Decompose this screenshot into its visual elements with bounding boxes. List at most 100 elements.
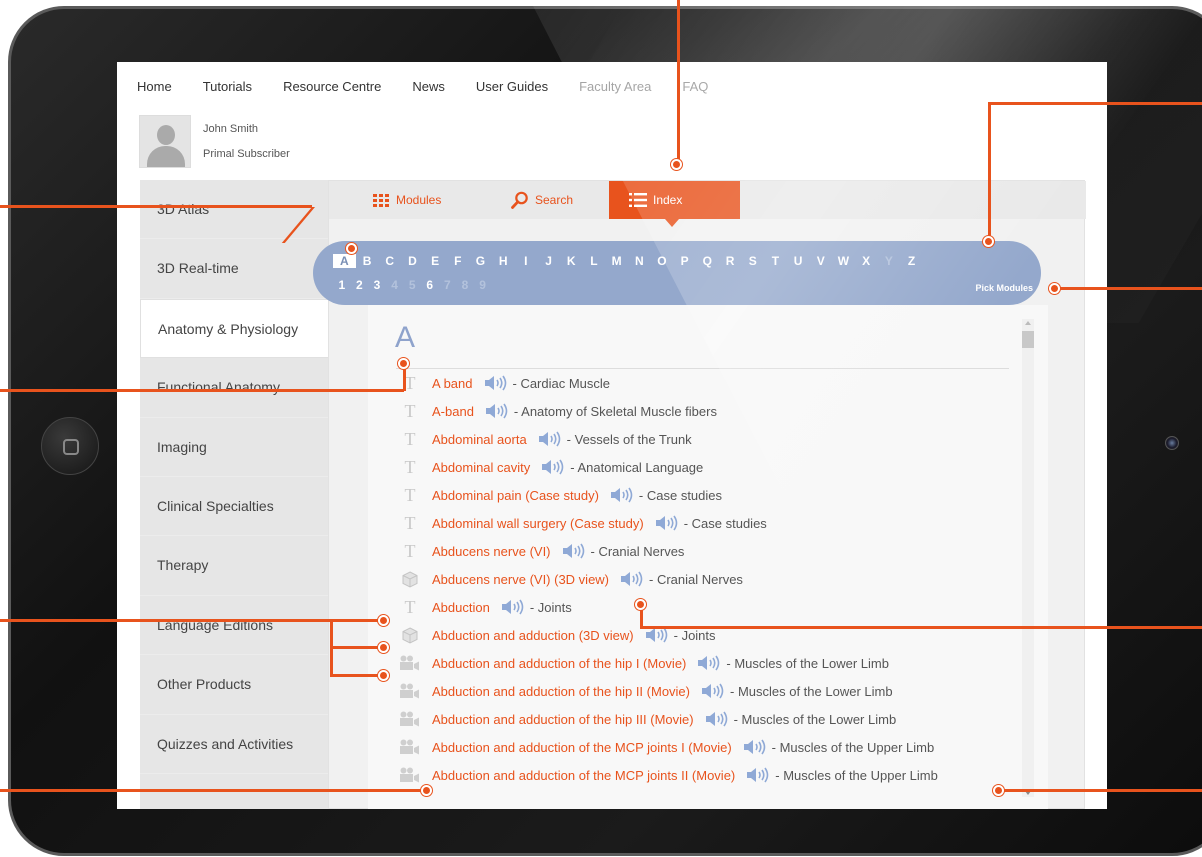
entry-term-link[interactable]: Abdominal cavity xyxy=(432,460,530,475)
letter-d[interactable]: D xyxy=(401,254,424,268)
list-item: Abducens nerve (VI) (3D view) - Cranial N… xyxy=(399,569,743,589)
letter-j[interactable]: J xyxy=(537,254,560,268)
letter-m[interactable]: M xyxy=(605,254,628,268)
sidebar-item-other-products[interactable]: Other Products xyxy=(140,655,328,715)
tab-modules[interactable]: Modules xyxy=(361,181,471,219)
sidebar-item-clinical-specialties[interactable]: Clinical Specialties xyxy=(140,477,328,537)
entry-term-link[interactable]: Abduction and adduction of the MCP joint… xyxy=(432,768,735,783)
letter-q[interactable]: Q xyxy=(696,254,719,268)
number-8[interactable]: 8 xyxy=(456,278,474,292)
list-item: T Abdominal pain (Case study) - Case studi… xyxy=(399,485,723,505)
sidebar-item-3d-real-time[interactable]: 3D Real-time xyxy=(140,239,328,299)
speaker-icon[interactable] xyxy=(644,627,670,643)
sidebar-item-3d-atlas[interactable]: 3D Atlas xyxy=(140,180,328,240)
speaker-icon[interactable] xyxy=(537,431,563,447)
letter-x[interactable]: X xyxy=(855,254,878,268)
entry-term-link[interactable]: Abdominal wall surgery (Case study) xyxy=(432,516,644,531)
speaker-icon[interactable] xyxy=(609,487,635,503)
speaker-icon[interactable] xyxy=(483,375,509,391)
tab-search[interactable]: Search xyxy=(501,181,601,219)
speaker-icon[interactable] xyxy=(745,767,771,783)
letter-p[interactable]: P xyxy=(673,254,696,268)
callout-dot xyxy=(421,785,432,796)
scrollbar[interactable] xyxy=(1022,319,1034,797)
entry-term-link[interactable]: Abdominal pain (Case study) xyxy=(432,488,599,503)
speaker-icon[interactable] xyxy=(619,571,645,587)
speaker-icon[interactable] xyxy=(500,599,526,615)
sidebar-item-anatomy-physiology[interactable]: Anatomy & Physiology xyxy=(140,298,329,359)
speaker-icon[interactable] xyxy=(704,711,730,727)
number-2[interactable]: 2 xyxy=(351,278,369,292)
number-4[interactable]: 4 xyxy=(386,278,404,292)
tab-index[interactable]: Index xyxy=(609,181,740,219)
topnav-item-faq[interactable]: FAQ xyxy=(682,79,708,94)
text-T-icon: T xyxy=(404,456,416,477)
sidebar-item-imaging[interactable]: Imaging xyxy=(140,418,328,477)
speaker-icon[interactable] xyxy=(561,543,587,559)
letter-v[interactable]: V xyxy=(809,254,832,268)
entry-term-link[interactable]: Abduction and adduction of the hip II (M… xyxy=(432,684,690,699)
number-7[interactable]: 7 xyxy=(439,278,457,292)
list-item: T Abducens nerve (VI) - Cranial Nerves xyxy=(399,540,685,561)
letter-y[interactable]: Y xyxy=(878,254,901,268)
grid-icon xyxy=(373,193,389,207)
list-item: Abduction and adduction of the hip II (M… xyxy=(399,681,893,701)
speaker-icon[interactable] xyxy=(540,459,566,475)
topnav-item-news[interactable]: News xyxy=(412,79,445,94)
entry-term-link[interactable]: Abducens nerve (VI) (3D view) xyxy=(432,572,609,587)
letter-c[interactable]: C xyxy=(378,254,401,268)
speaker-icon[interactable] xyxy=(700,683,726,699)
letter-o[interactable]: O xyxy=(651,254,674,268)
scroll-thumb[interactable] xyxy=(1022,331,1034,348)
letter-b[interactable]: B xyxy=(356,254,379,268)
avatar xyxy=(139,115,191,168)
entry-term-link[interactable]: Abduction xyxy=(432,600,490,615)
callout-dot xyxy=(635,599,646,610)
letter-f[interactable]: F xyxy=(446,254,469,268)
sidebar-item-therapy[interactable]: Therapy xyxy=(140,536,328,596)
topnav-item-home[interactable]: Home xyxy=(137,79,172,94)
letter-g[interactable]: G xyxy=(469,254,492,268)
topnav-item-user-guides[interactable]: User Guides xyxy=(476,79,548,94)
entry-term-link[interactable]: A-band xyxy=(432,404,474,419)
topnav-item-faculty-area[interactable]: Faculty Area xyxy=(579,79,651,94)
topnav-item-tutorials[interactable]: Tutorials xyxy=(203,79,252,94)
entry-module: - Case studies xyxy=(638,487,723,503)
scroll-up-arrow-icon[interactable] xyxy=(1025,321,1031,325)
letter-i[interactable]: I xyxy=(515,254,538,268)
speaker-icon[interactable] xyxy=(742,739,768,755)
letter-r[interactable]: R xyxy=(719,254,742,268)
number-1[interactable]: 1 xyxy=(333,278,351,292)
entry-term-link[interactable]: Abduction and adduction of the MCP joint… xyxy=(432,740,732,755)
speaker-icon[interactable] xyxy=(484,403,510,419)
letter-t[interactable]: T xyxy=(764,254,787,268)
number-5[interactable]: 5 xyxy=(403,278,421,292)
text-T-icon: T xyxy=(404,540,416,561)
letter-n[interactable]: N xyxy=(628,254,651,268)
letter-a[interactable]: A xyxy=(333,254,356,268)
number-9[interactable]: 9 xyxy=(474,278,492,292)
sidebar-item-language-editions[interactable]: Language Editions xyxy=(140,596,328,656)
letter-k[interactable]: K xyxy=(560,254,583,268)
entry-term-link[interactable]: Abduction and adduction (3D view) xyxy=(432,628,634,643)
letter-l[interactable]: L xyxy=(583,254,606,268)
entry-term-link[interactable]: Abduction and adduction of the hip III (… xyxy=(432,712,694,727)
letter-e[interactable]: E xyxy=(424,254,447,268)
entry-term-link[interactable]: Abducens nerve (VI) xyxy=(432,544,551,559)
topnav-item-resource-centre[interactable]: Resource Centre xyxy=(283,79,381,94)
pick-modules-link[interactable]: Pick Modules xyxy=(975,283,1033,293)
speaker-icon[interactable] xyxy=(654,515,680,531)
speaker-icon[interactable] xyxy=(696,655,722,671)
entry-term-link[interactable]: Abduction and adduction of the hip I (Mo… xyxy=(432,656,686,671)
letter-h[interactable]: H xyxy=(492,254,515,268)
letter-z[interactable]: Z xyxy=(900,254,923,268)
entry-term-link[interactable]: Abdominal aorta xyxy=(432,432,527,447)
number-3[interactable]: 3 xyxy=(368,278,386,292)
number-6[interactable]: 6 xyxy=(421,278,439,292)
letter-u[interactable]: U xyxy=(787,254,810,268)
letter-w[interactable]: W xyxy=(832,254,855,268)
letter-s[interactable]: S xyxy=(741,254,764,268)
sidebar-item-quizzes-and-activities[interactable]: Quizzes and Activities xyxy=(140,715,328,774)
entry-term-link[interactable]: A band xyxy=(432,376,473,391)
sidebar-item-functional-anatomy[interactable]: Functional Anatomy xyxy=(140,358,328,418)
